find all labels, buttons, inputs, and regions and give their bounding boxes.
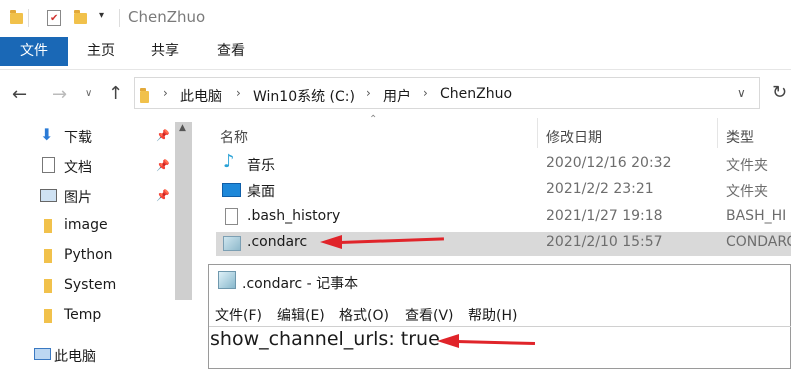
scroll-up-icon[interactable]: ▲ bbox=[179, 123, 186, 133]
file-date: 2020/12/16 20:32 bbox=[546, 155, 672, 171]
pictures-icon bbox=[40, 189, 57, 202]
refresh-icon[interactable]: ↻ bbox=[772, 82, 787, 103]
file-name[interactable]: .condarc bbox=[247, 234, 307, 250]
chevron-down-icon[interactable]: ∨ bbox=[737, 86, 746, 100]
divider bbox=[28, 9, 29, 27]
divider bbox=[0, 69, 791, 70]
file-type: CONDARC bbox=[726, 234, 791, 250]
file-type: 文件夹 bbox=[726, 184, 768, 200]
condarc-file-icon bbox=[223, 236, 241, 251]
recent-locations-icon[interactable]: ∨ bbox=[85, 88, 92, 99]
music-icon: ♪ bbox=[223, 151, 235, 172]
chevron-right-icon[interactable]: › bbox=[366, 86, 371, 100]
menu-view[interactable]: 查看(V) bbox=[405, 305, 454, 325]
nav-item-python[interactable]: Python bbox=[64, 247, 113, 263]
file-date: 2021/1/27 19:18 bbox=[546, 208, 663, 224]
notepad-title: .condarc - 记事本 bbox=[242, 276, 359, 292]
folder-icon bbox=[44, 309, 52, 323]
sort-ascending-icon: ⌃ bbox=[369, 114, 378, 125]
file-date: 2021/2/10 15:57 bbox=[546, 234, 663, 250]
window-title: ChenZhuo bbox=[128, 8, 206, 26]
notepad-icon bbox=[218, 271, 236, 289]
folder-icon bbox=[10, 10, 23, 24]
desktop-icon bbox=[222, 183, 241, 197]
pin-icon[interactable]: 📌 bbox=[156, 189, 170, 202]
column-header-type[interactable]: 类型 bbox=[726, 127, 754, 147]
menu-help[interactable]: 帮助(H) bbox=[468, 305, 517, 325]
nav-item-image[interactable]: image bbox=[64, 217, 108, 233]
nav-item-temp[interactable]: Temp bbox=[64, 307, 101, 323]
folder-icon bbox=[44, 279, 52, 293]
pin-icon[interactable]: 📌 bbox=[156, 129, 170, 142]
menu-file[interactable]: 文件(F) bbox=[215, 305, 262, 325]
file-type: 文件夹 bbox=[726, 158, 768, 174]
pin-icon[interactable]: 📌 bbox=[156, 159, 170, 172]
annotation-arrow-head bbox=[320, 235, 342, 249]
breadcrumb-users[interactable]: 用户 bbox=[383, 86, 411, 106]
notepad-content[interactable]: show_channel_urls: true bbox=[210, 328, 440, 350]
documents-icon bbox=[42, 157, 55, 173]
download-icon: ⬇ bbox=[40, 125, 54, 144]
breadcrumb-drive-c[interactable]: Win10系统 (C:) bbox=[253, 86, 355, 106]
forward-arrow-icon[interactable]: → bbox=[52, 84, 67, 105]
file-name[interactable]: 音乐 bbox=[247, 155, 275, 175]
nav-item-system[interactable]: System bbox=[64, 277, 116, 293]
tab-view[interactable]: 查看 bbox=[206, 37, 256, 66]
chevron-right-icon[interactable]: › bbox=[163, 86, 168, 100]
file-type: BASH_HI bbox=[726, 208, 787, 224]
folder-icon bbox=[44, 249, 52, 263]
folder-icon bbox=[44, 219, 52, 233]
file-name[interactable]: .bash_history bbox=[247, 208, 340, 224]
column-header-name[interactable]: 名称 bbox=[220, 127, 248, 147]
nav-item-downloads[interactable]: 下载 bbox=[64, 127, 92, 147]
properties-icon[interactable]: ✔ bbox=[47, 10, 61, 26]
column-divider[interactable] bbox=[537, 118, 538, 148]
annotation-arrow-head bbox=[437, 334, 459, 348]
tab-file[interactable]: 文件 bbox=[0, 37, 68, 66]
nav-item-documents[interactable]: 文档 bbox=[64, 157, 92, 177]
file-name[interactable]: 桌面 bbox=[247, 181, 275, 201]
menu-edit[interactable]: 编辑(E) bbox=[277, 305, 325, 325]
folder-icon bbox=[140, 88, 149, 103]
chevron-down-icon[interactable]: ▾ bbox=[99, 10, 104, 21]
up-arrow-icon[interactable]: ↑ bbox=[108, 83, 123, 104]
file-icon bbox=[225, 208, 238, 225]
back-arrow-icon[interactable]: ← bbox=[12, 84, 27, 105]
breadcrumb-this-pc[interactable]: 此电脑 bbox=[180, 86, 222, 106]
nav-scrollbar[interactable] bbox=[175, 122, 192, 300]
nav-item-pictures[interactable]: 图片 bbox=[64, 187, 92, 207]
tab-share[interactable]: 共享 bbox=[140, 37, 190, 66]
divider bbox=[119, 9, 120, 27]
column-divider[interactable] bbox=[717, 118, 718, 148]
chevron-right-icon[interactable]: › bbox=[423, 86, 428, 100]
file-date: 2021/2/2 23:21 bbox=[546, 181, 654, 197]
new-folder-icon[interactable] bbox=[74, 10, 87, 24]
tab-home[interactable]: 主页 bbox=[76, 37, 126, 66]
computer-icon bbox=[34, 348, 51, 360]
column-header-date[interactable]: 修改日期 bbox=[546, 127, 602, 147]
nav-item-this-pc[interactable]: 此电脑 bbox=[54, 346, 96, 366]
breadcrumb-chenzhuo[interactable]: ChenZhuo bbox=[440, 86, 512, 102]
chevron-right-icon[interactable]: › bbox=[236, 86, 241, 100]
menu-format[interactable]: 格式(O) bbox=[339, 305, 389, 325]
